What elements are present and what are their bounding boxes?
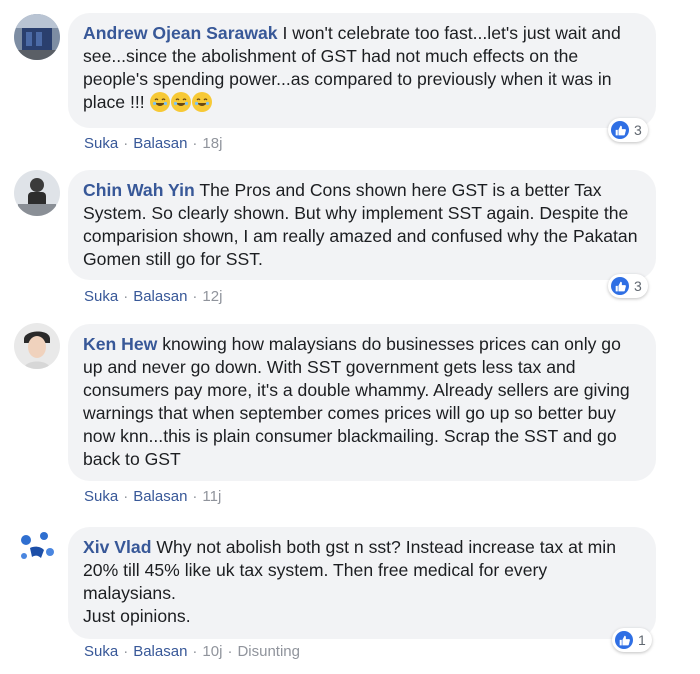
reaction-count[interactable]: 3 (608, 118, 648, 142)
comment-bubble: Xiv Vlad Why not abolish both gst n sst?… (68, 527, 656, 639)
reply-link[interactable]: Balasan (133, 643, 187, 660)
reply-link[interactable]: Balasan (133, 488, 187, 505)
comment-author[interactable]: Xiv Vlad (83, 537, 151, 557)
comment-text: knowing how malaysians do businesses pri… (83, 334, 630, 469)
comment-text-line: Just opinions. (83, 606, 191, 626)
edited-label[interactable]: Disunting (237, 643, 300, 660)
like-link[interactable]: Suka (84, 643, 118, 660)
comment-text: Why not abolish both gst n sst? Instead … (83, 537, 616, 603)
like-link[interactable]: Suka (84, 135, 118, 152)
laughing-tears-emoji (170, 92, 191, 112)
reaction-count-number: 1 (638, 632, 646, 648)
separator-dot: · (123, 643, 129, 660)
comment-bubble: Ken Hew knowing how malaysians do busine… (68, 324, 656, 481)
laughing-tears-emoji (149, 92, 170, 112)
separator-dot: · (192, 288, 198, 305)
reply-link[interactable]: Balasan (133, 135, 187, 152)
comment-actions: Suka · Balasan · 12j (84, 288, 222, 306)
avatar[interactable] (14, 170, 60, 216)
separator-dot: · (123, 135, 129, 152)
comment-actions: Suka · Balasan · 11j (84, 488, 221, 506)
comment-actions: Suka · Balasan · 10j · Disunting (84, 643, 300, 661)
comment-actions: Suka · Balasan · 18j (84, 135, 222, 153)
separator-dot: · (192, 488, 198, 505)
comment-timestamp[interactable]: 10j (202, 643, 222, 660)
comment-timestamp[interactable]: 18j (202, 135, 222, 152)
comment-bubble: Chin Wah Yin The Pros and Cons shown her… (68, 170, 656, 280)
like-link[interactable]: Suka (84, 488, 118, 505)
separator-dot: · (192, 643, 198, 660)
comment-bubble: Andrew Ojean Sarawak I won't celebrate t… (68, 13, 656, 128)
comment-timestamp[interactable]: 12j (202, 288, 222, 305)
reaction-count[interactable]: 1 (612, 628, 652, 652)
avatar[interactable] (14, 14, 60, 60)
separator-dot: · (123, 288, 129, 305)
comment-author[interactable]: Ken Hew (83, 334, 157, 354)
reaction-count[interactable]: 3 (608, 274, 648, 298)
comment-author[interactable]: Andrew Ojean Sarawak (83, 23, 278, 43)
avatar[interactable] (14, 524, 60, 570)
like-icon (615, 631, 633, 649)
separator-dot: · (192, 135, 198, 152)
reply-link[interactable]: Balasan (133, 288, 187, 305)
reaction-count-number: 3 (634, 122, 642, 138)
laughing-tears-emoji (191, 92, 212, 112)
like-link[interactable]: Suka (84, 288, 118, 305)
like-icon (611, 121, 629, 139)
comment-author[interactable]: Chin Wah Yin (83, 180, 195, 200)
comment-timestamp[interactable]: 11j (202, 488, 221, 505)
avatar[interactable] (14, 323, 60, 369)
like-icon (611, 277, 629, 295)
separator-dot: · (123, 488, 129, 505)
reaction-count-number: 3 (634, 278, 642, 294)
separator-dot: · (227, 643, 233, 660)
